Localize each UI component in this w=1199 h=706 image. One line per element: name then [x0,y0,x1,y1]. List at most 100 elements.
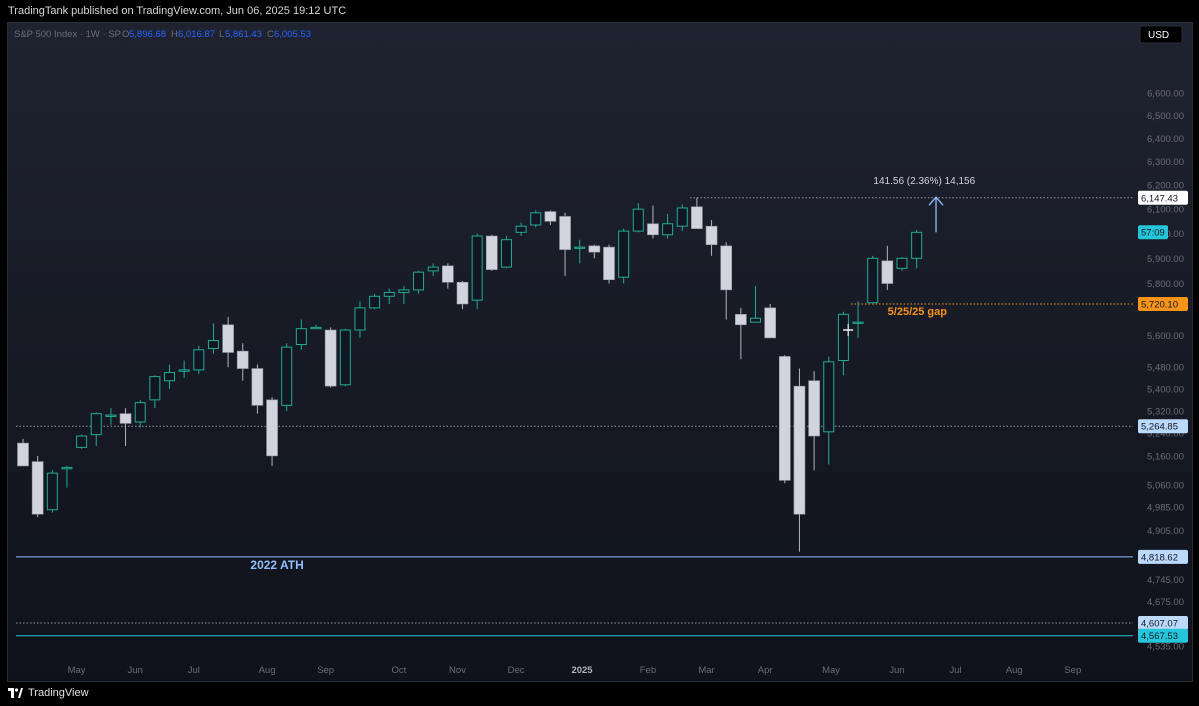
candle-body-up [383,291,395,297]
y-tick-label: 6,600.00 [1147,89,1184,100]
close-value: 6,005.53 [274,29,311,40]
candle[interactable] [530,210,542,228]
tradingview-logo-icon [8,688,23,698]
candle-body-up [149,376,161,401]
x-tick-label: Jul [188,665,200,676]
tradingview-brand: TradingView [28,687,89,699]
candle[interactable] [266,397,278,466]
y-tick-label: 6,500.00 [1147,111,1184,122]
x-tick-label: Sep [317,665,334,676]
candle[interactable] [485,234,498,271]
x-tick-label: May [68,665,86,676]
candle[interactable] [281,343,293,411]
candle[interactable] [76,434,88,449]
candle-body-down [705,225,718,245]
candle-body-down [251,368,264,406]
x-tick-label: Sep [1064,665,1081,676]
price-label-badge: 4,607.07 [1138,616,1188,631]
price-label-text: 4,607.07 [1141,619,1178,630]
candle-body-up [354,307,366,331]
symbol-legend: S&P 500 Index · 1W · SP O 5,896.68 H 6,0… [14,29,311,40]
candle[interactable] [369,293,381,310]
currency-badge[interactable]: USD [1139,25,1183,44]
candle[interactable] [778,355,791,484]
tradingview-logo[interactable]: TradingView [8,687,89,699]
chart-panel[interactable]: S&P 500 Index · 1W · SP O 5,896.68 H 6,0… [7,22,1193,682]
y-tick-label: 5,480.00 [1147,363,1184,374]
price-label-text: 5,264.85 [1141,422,1178,433]
candle[interactable] [413,270,425,294]
y-tick-label: 4,985.00 [1147,502,1184,513]
candle-body-up [46,472,58,511]
candle-body-up [676,207,688,227]
candle[interactable] [324,327,337,388]
candle[interactable] [603,244,615,284]
y-tick-label: 5,800.00 [1147,279,1184,290]
candlestick-chart[interactable]: S&P 500 Index · 1W · SP O 5,896.68 H 6,0… [8,23,1193,682]
candle[interactable] [867,255,879,305]
price-label-badge: 6,147.43 [1138,190,1188,205]
publish-text: TradingTank published on TradingView.com… [8,5,347,17]
price-label-text: 6,147.43 [1141,193,1178,204]
candle-body-up [105,414,117,417]
candle[interactable] [618,228,630,284]
x-tick-label: 2025 [571,665,593,676]
y-tick-label: 5,320.00 [1147,406,1184,417]
high-label: H [171,29,178,40]
price-label-badge: 5,720.10 [1138,296,1188,311]
y-tick-label: 4,745.00 [1147,575,1184,586]
y-tick-label: 5,900.00 [1147,254,1184,265]
y-tick-label: 4,675.00 [1147,597,1184,608]
chart-background [8,23,1192,681]
candle-body-up [90,413,102,436]
candle-body-down [720,245,733,291]
candle-body-up [471,235,483,301]
symbol-name: S&P 500 Index · 1W · SP [14,29,121,40]
x-tick-label: Mar [698,665,714,676]
candle[interactable] [500,236,512,269]
candle-body-up [867,257,879,304]
candle[interactable] [339,328,351,387]
candle[interactable] [17,438,29,467]
candle-body-down [456,281,469,305]
x-tick-label: Nov [449,665,466,676]
candle-body-up [896,257,908,269]
candle-body-down [588,245,601,253]
x-tick-label: Feb [640,665,656,676]
y-tick-label: 5,060.00 [1147,480,1184,491]
candle-body-up [178,369,190,372]
candle-body-down [778,356,791,481]
candle[interactable] [471,233,483,310]
candle-body-up [193,349,205,371]
candle[interactable] [764,304,776,339]
candle[interactable] [31,455,44,518]
candle[interactable] [46,470,58,513]
x-tick-label: Apr [758,665,773,676]
candle-body-up [369,295,381,309]
candle-body-up [750,317,761,323]
candle-body-down [559,216,571,250]
candle-body-up [398,289,410,293]
price-label-badge: 4,818.62 [1138,549,1188,564]
currency-label: USD [1148,30,1169,41]
price-label-text: 57:09 [1141,228,1165,239]
candle-body-up [852,321,864,324]
x-tick-label: Dec [508,665,525,676]
y-tick-label: 6,200.00 [1147,181,1184,192]
price-label-text: 4,567.53 [1141,631,1178,642]
candle-body-down [764,307,776,339]
candle-body-down [691,206,703,229]
footer-bar: TradingView [0,682,1199,706]
open-value: 5,896.68 [129,29,166,40]
candle-body-up [339,329,351,386]
low-value: 5,861.43 [225,29,262,40]
publish-bar: TradingTank published on TradingView.com… [0,0,1199,22]
candle-body-up [515,225,527,233]
candle[interactable] [193,345,205,374]
candle-body-up [911,231,923,259]
candle[interactable] [896,257,908,271]
candle-body-up [618,230,630,278]
candle-body-down [793,385,806,515]
x-tick-label: Aug [259,665,276,676]
candle-body-up [427,266,439,272]
